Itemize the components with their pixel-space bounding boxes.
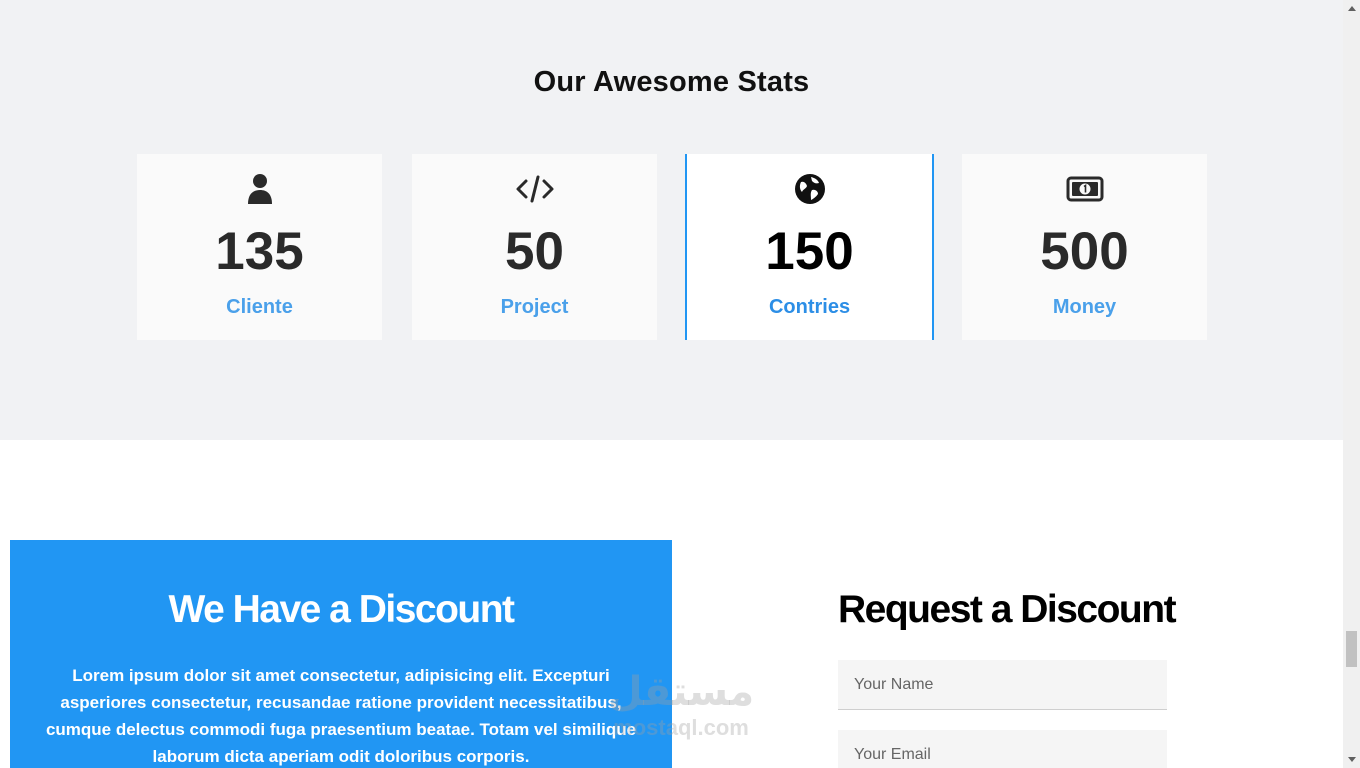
stat-card-money: 500 Money xyxy=(962,154,1207,340)
stat-number: 50 xyxy=(505,222,564,281)
email-field[interactable] xyxy=(838,730,1167,768)
discount-title: We Have a Discount xyxy=(168,588,515,631)
stat-card-projects: 50 Project xyxy=(412,154,657,340)
stat-card-countries: 150 Contries xyxy=(685,154,934,340)
page-scrollbar[interactable] xyxy=(1343,0,1360,768)
stats-title: Our Awesome Stats xyxy=(533,66,810,98)
stats-section: Our Awesome Stats 135 Cliente 50 Project… xyxy=(0,0,1343,440)
discount-section: We Have a Discount Lorem ipsum dolor sit… xyxy=(0,440,1343,768)
name-field[interactable] xyxy=(838,660,1167,710)
stat-number: 500 xyxy=(1040,222,1129,281)
stat-label: Cliente xyxy=(226,296,293,318)
code-icon xyxy=(412,172,657,206)
stat-card-clients: 135 Cliente xyxy=(137,154,382,340)
money-bill-icon xyxy=(962,172,1207,206)
stat-label: Money xyxy=(1052,296,1117,318)
stat-label: Contries xyxy=(768,296,851,318)
user-icon xyxy=(137,172,382,206)
globe-icon xyxy=(687,172,932,206)
request-title: Request a Discount xyxy=(838,588,1177,631)
scroll-down-arrow-icon[interactable] xyxy=(1343,751,1360,768)
discount-panel: We Have a Discount Lorem ipsum dolor sit… xyxy=(10,540,672,768)
scroll-thumb[interactable] xyxy=(1346,630,1357,668)
scroll-up-arrow-icon[interactable] xyxy=(1343,0,1360,17)
discount-text: Lorem ipsum dolor sit amet consectetur, … xyxy=(45,666,637,766)
stat-label: Project xyxy=(500,296,569,318)
stat-number: 150 xyxy=(765,222,854,281)
stat-number: 135 xyxy=(215,222,304,281)
